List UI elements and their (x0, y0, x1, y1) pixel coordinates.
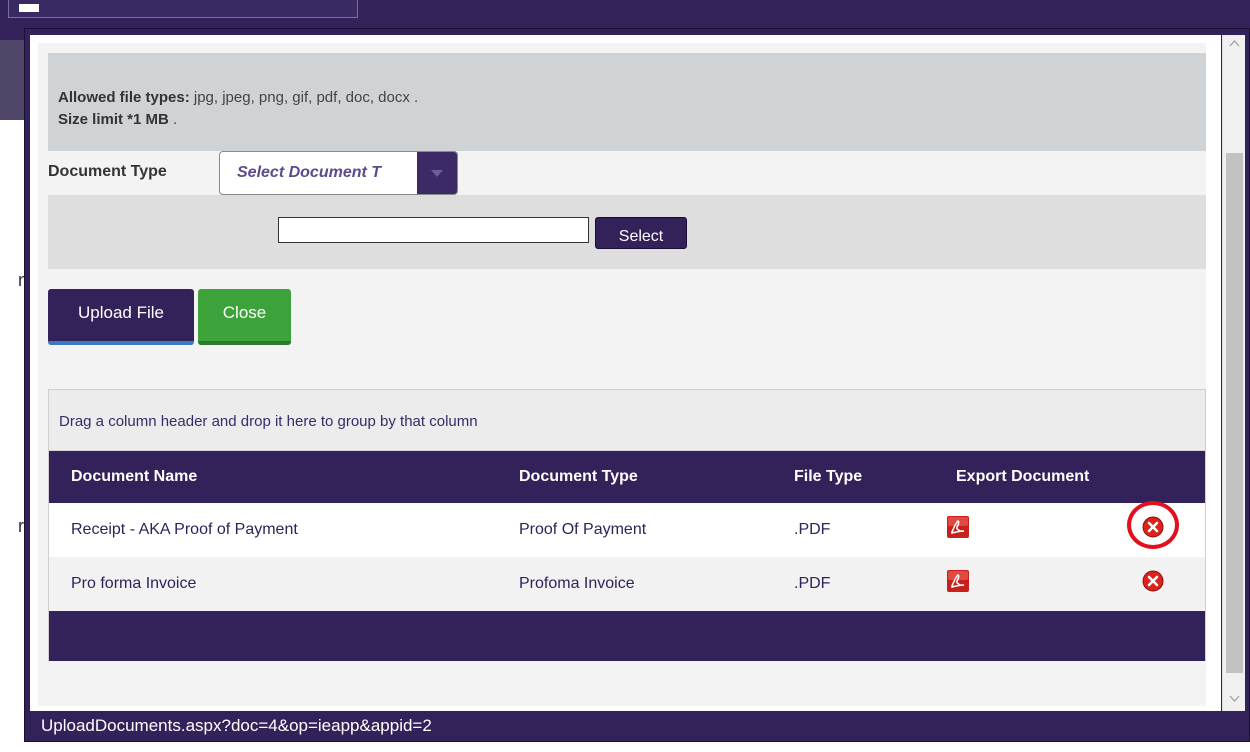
allowed-types-value: jpg, jpeg, png, gif, pdf, doc, docx . (193, 89, 419, 106)
modal-viewport: Allowed file types: jpg, jpeg, png, gif,… (30, 35, 1221, 711)
table-row: Receipt - AKA Proof of Payment Proof Of … (49, 501, 1205, 557)
document-type-cell: Proof Of Payment (519, 521, 647, 538)
scroll-thumb[interactable] (1226, 153, 1243, 673)
file-picker-row: Select (48, 195, 1206, 269)
select-file-button[interactable]: Select (595, 217, 687, 249)
table-row: Pro forma Invoice Profoma Invoice .PDF (49, 557, 1205, 611)
size-limit-label: Size limit *1 MB (58, 111, 169, 128)
chevron-down-icon (1229, 695, 1240, 702)
column-header-document-name[interactable]: Document Name (71, 468, 197, 486)
allowed-types-line: Allowed file types: jpg, jpeg, png, gif,… (58, 87, 1206, 109)
document-type-selected: Select Document T (237, 164, 382, 181)
column-header-file-type[interactable]: File Type (794, 468, 862, 486)
pdf-icon[interactable] (947, 570, 969, 592)
file-type-cell: .PDF (794, 575, 831, 592)
grid-header: Document Name Document Type File Type Ex… (49, 451, 1205, 503)
document-name-cell: Receipt - AKA Proof of Payment (71, 521, 298, 538)
document-type-label: Document Type (48, 163, 167, 180)
modal-scrollbar[interactable] (1222, 35, 1245, 711)
chevron-down-icon (431, 170, 443, 177)
status-bar-url: UploadDocuments.aspx?doc=4&op=ieapp&appi… (41, 716, 432, 735)
modal-content: Allowed file types: jpg, jpeg, png, gif,… (38, 43, 1206, 706)
file-type-cell: .PDF (794, 521, 831, 538)
group-by-panel[interactable]: Drag a column header and drop it here to… (49, 390, 1205, 451)
document-type-cell: Profoma Invoice (519, 575, 635, 592)
scroll-down-button[interactable] (1223, 691, 1246, 709)
close-button[interactable]: Close (198, 289, 291, 345)
scroll-up-button[interactable] (1223, 35, 1246, 53)
allowed-types-label: Allowed file types: (58, 89, 190, 106)
size-limit-suffix: . (173, 111, 178, 128)
chevron-up-icon (1229, 40, 1240, 47)
grid-pager-footer (49, 611, 1205, 661)
upload-documents-modal: Allowed file types: jpg, jpeg, png, gif,… (24, 28, 1250, 742)
upload-file-button[interactable]: Upload File (48, 289, 194, 345)
background-top-control (8, 0, 358, 18)
column-header-document-type[interactable]: Document Type (519, 468, 638, 486)
file-path-input[interactable] (278, 217, 589, 243)
documents-grid: Drag a column header and drop it here to… (48, 389, 1206, 661)
size-limit-line: Size limit *1 MB . (58, 109, 1206, 131)
document-type-dropdown[interactable]: Select Document T (219, 151, 458, 195)
dropdown-toggle[interactable] (417, 152, 457, 194)
document-name-cell: Pro forma Invoice (71, 575, 197, 592)
pdf-icon[interactable] (947, 516, 969, 538)
background-checkbox (19, 4, 39, 12)
delete-icon[interactable] (1142, 570, 1164, 592)
column-header-export-document[interactable]: Export Document (956, 468, 1089, 486)
delete-highlight-circle (1127, 501, 1179, 549)
document-type-row: Document Type Select Document T (38, 151, 1206, 195)
file-requirements-notice: Allowed file types: jpg, jpeg, png, gif,… (48, 53, 1206, 151)
